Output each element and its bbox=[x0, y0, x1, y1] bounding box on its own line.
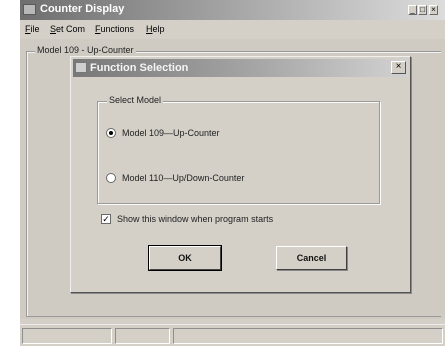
select-model-label: Select Model bbox=[107, 95, 164, 105]
radio-circle-icon[interactable] bbox=[106, 173, 116, 183]
cancel-button[interactable]: Cancel bbox=[276, 246, 347, 270]
main-window-title: Counter Display bbox=[40, 3, 125, 15]
dialog-close-button[interactable]: × bbox=[391, 61, 406, 74]
dialog-title: Function Selection bbox=[90, 62, 189, 74]
menu-file[interactable]: File bbox=[25, 24, 40, 34]
status-panel-3 bbox=[173, 328, 443, 344]
radio-model-109-label: Model 109—Up-Counter bbox=[122, 128, 220, 138]
dialog-title-bar[interactable]: Function Selection × bbox=[73, 59, 408, 77]
show-on-start-label: Show this window when program starts bbox=[117, 214, 274, 224]
current-model-label: Model 109 - Up-Counter bbox=[35, 45, 136, 55]
radio-model-110-label: Model 110—Up/Down-Counter bbox=[122, 173, 245, 183]
ok-button[interactable]: OK bbox=[148, 245, 222, 271]
maximize-button[interactable]: □ bbox=[418, 5, 427, 15]
radio-selected-dot-icon bbox=[109, 131, 113, 135]
menu-help[interactable]: Help bbox=[146, 24, 165, 34]
checkbox-check-icon[interactable]: ✓ bbox=[101, 214, 111, 224]
status-bar bbox=[20, 324, 445, 346]
app-icon bbox=[23, 4, 36, 15]
dialog-icon bbox=[75, 62, 87, 73]
menu-bar: File Set Com Functions Help bbox=[20, 20, 445, 39]
main-title-bar[interactable]: Counter Display _ □ × bbox=[20, 0, 445, 20]
status-panel-2 bbox=[115, 328, 170, 344]
radio-circle-icon[interactable] bbox=[106, 128, 116, 138]
menu-set-com[interactable]: Set Com bbox=[50, 24, 85, 34]
close-button[interactable]: × bbox=[429, 5, 438, 15]
status-panel-1 bbox=[22, 328, 112, 344]
select-model-group: Select Model Model 109—Up-Counter Model … bbox=[97, 95, 380, 204]
function-selection-dialog: Function Selection × Select Model Model … bbox=[70, 56, 411, 293]
minimize-button[interactable]: _ bbox=[408, 5, 417, 15]
menu-functions[interactable]: Functions bbox=[95, 24, 134, 34]
